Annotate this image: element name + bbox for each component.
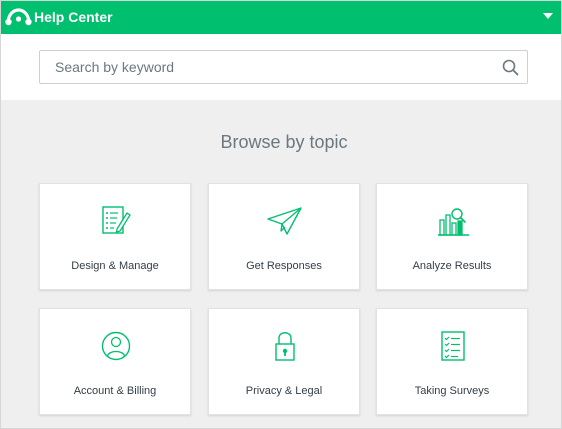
caret-down-icon[interactable]: [542, 12, 554, 20]
topic-label: Get Responses: [246, 260, 322, 272]
topic-card-design-manage[interactable]: Design & Manage: [39, 183, 191, 290]
topic-label: Privacy & Legal: [245, 385, 323, 397]
topic-label: Analyze Results: [412, 260, 492, 272]
survey-edit-icon: [102, 206, 131, 234]
topic-label: Design & Manage: [71, 260, 159, 272]
topic-card-privacy-legal[interactable]: Privacy & Legal: [208, 308, 360, 415]
topic-card-account-billing[interactable]: Account & Billing: [39, 308, 191, 415]
padlock-icon: [275, 332, 295, 361]
search-icon[interactable]: [502, 59, 519, 76]
topic-card-taking-surveys[interactable]: Taking Surveys: [376, 308, 528, 415]
chart-magnifier-icon: [438, 208, 469, 236]
topic-label: Account & Billing: [73, 385, 157, 397]
checklist-icon: [441, 331, 465, 361]
search-input[interactable]: [40, 51, 490, 83]
paper-plane-icon: [267, 207, 302, 235]
search-box: [39, 50, 528, 84]
header-bar: Help Center: [1, 1, 561, 34]
browse-by-topic-heading: Browse by topic: [220, 132, 348, 152]
help-center-title[interactable]: Help Center: [34, 9, 113, 25]
user-circle-icon: [101, 331, 131, 361]
topic-card-get-responses[interactable]: Get Responses: [208, 183, 360, 290]
topic-card-analyze-results[interactable]: Analyze Results: [376, 183, 528, 290]
surveymonkey-logo-icon[interactable]: [5, 6, 32, 28]
search-section: [1, 34, 561, 100]
topic-label: Taking Surveys: [414, 385, 490, 397]
